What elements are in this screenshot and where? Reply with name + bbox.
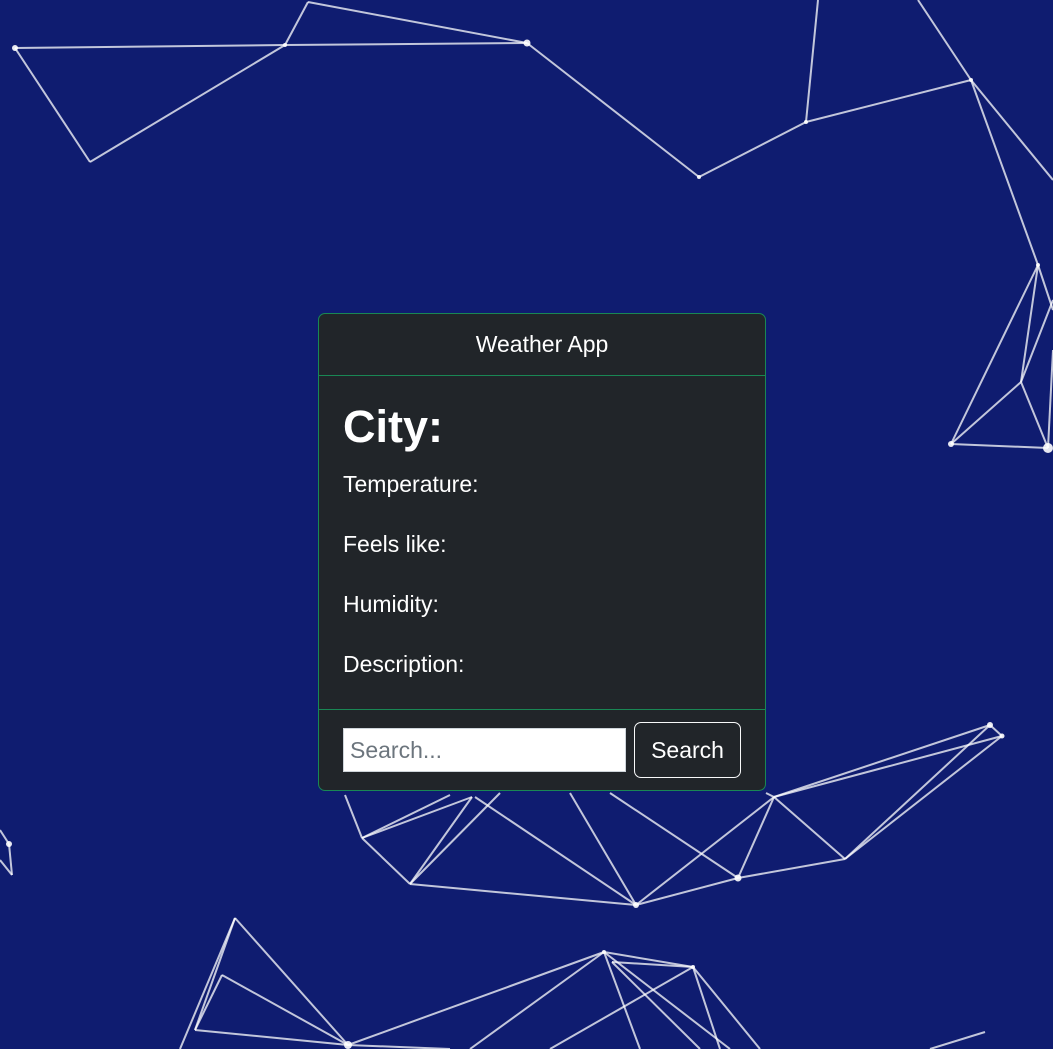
city-label: City: (343, 401, 443, 452)
description-label: Description: (343, 651, 465, 677)
feels-like-label: Feels like: (343, 531, 447, 557)
humidity-label: Humidity: (343, 591, 439, 617)
search-bar: Search (319, 710, 765, 790)
search-button[interactable]: Search (634, 722, 741, 778)
card-header: Weather App (319, 314, 765, 376)
temperature-label: Temperature: (343, 471, 479, 497)
app-title: Weather App (475, 331, 609, 357)
search-input[interactable] (343, 728, 626, 772)
weather-details: City: Temperature: Feels like: Humidity:… (319, 376, 765, 710)
weather-card: Weather App City: Temperature: Feels lik… (318, 313, 766, 791)
